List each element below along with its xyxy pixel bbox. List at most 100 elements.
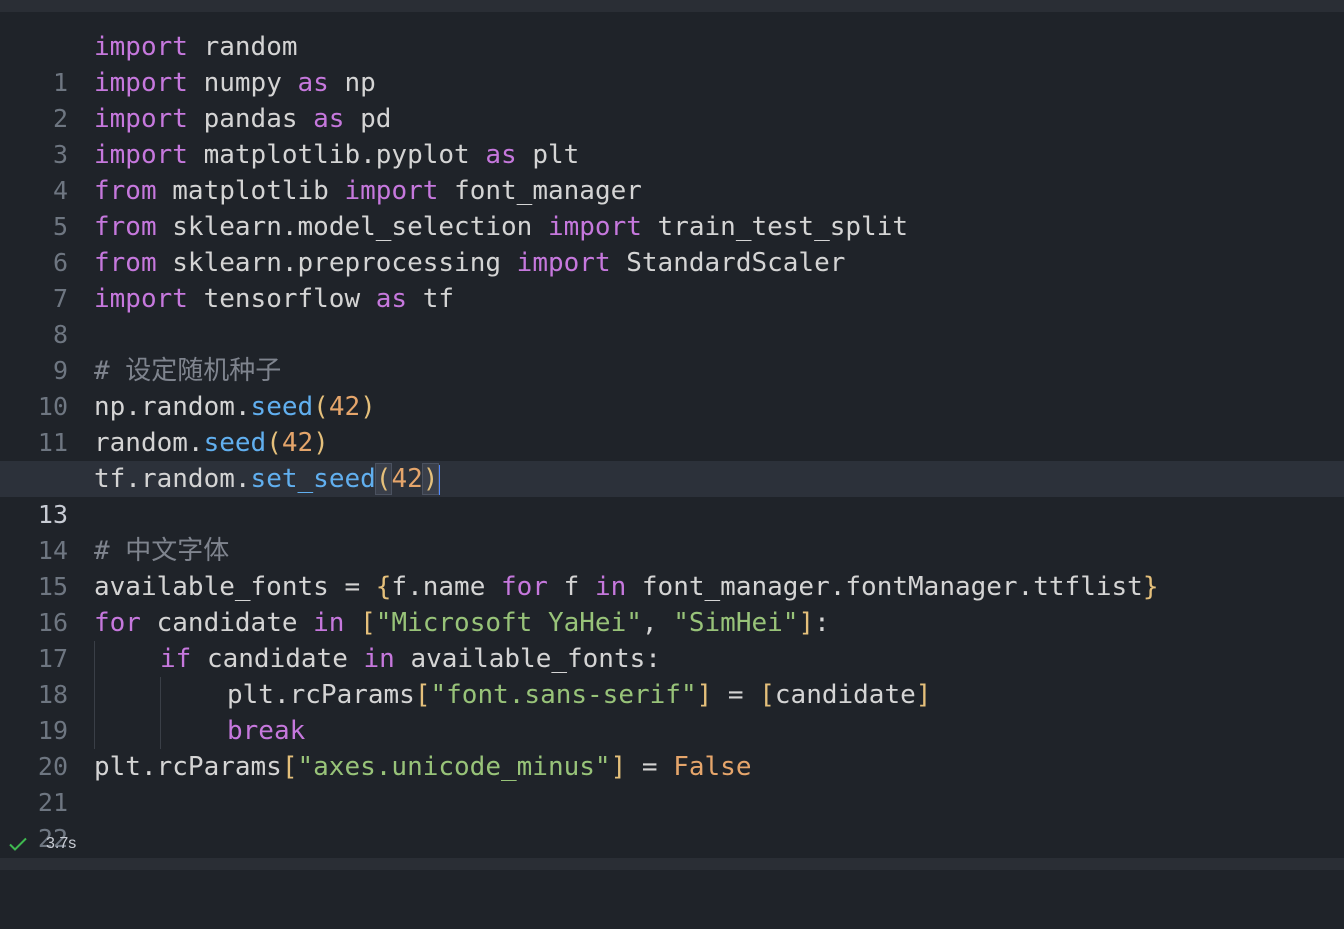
- identifier-token: np.random.: [94, 392, 251, 422]
- code-editor[interactable]: 1 import random 2 import numpy as np 3 i…: [0, 29, 1344, 853]
- code-line[interactable]: 7 from sklearn.preprocessing import Stan…: [0, 245, 1344, 313]
- keyword-token: import: [344, 176, 439, 206]
- code-line[interactable]: 20 break: [0, 713, 1344, 781]
- line-code[interactable]: from sklearn.model_selection import trai…: [94, 209, 908, 245]
- code-line[interactable]: 17 for candidate in ["Microsoft YaHei", …: [0, 605, 1344, 673]
- indent-guide: [94, 641, 95, 677]
- line-code[interactable]: import random: [94, 29, 298, 65]
- comment-token: # 设定随机种子: [94, 356, 282, 386]
- line-code[interactable]: available_fonts = {f.name for f in font_…: [94, 569, 1158, 605]
- line-code[interactable]: for candidate in ["Microsoft YaHei", "Si…: [94, 605, 830, 641]
- keyword-token: import: [516, 248, 611, 278]
- bracket-token: (: [313, 392, 329, 422]
- line-code[interactable]: # 设定随机种子: [94, 353, 281, 389]
- line-code[interactable]: import matplotlib.pyplot as plt: [94, 137, 579, 173]
- bracket-token: ]: [696, 680, 713, 710]
- identifier-token: pandas: [203, 104, 298, 134]
- line-code[interactable]: plt.rcParams["font.sans-serif"] = [candi…: [227, 677, 931, 713]
- function-token: seed: [203, 428, 267, 458]
- line-code[interactable]: from sklearn.preprocessing import Standa…: [94, 245, 845, 281]
- bracket-token: ]: [610, 752, 627, 782]
- execution-time: 3.7s: [46, 835, 77, 852]
- code-line[interactable]: 18 if candidate in available_fonts:: [0, 641, 1344, 709]
- keyword-token: break: [227, 716, 306, 746]
- string-token: "SimHei": [673, 608, 799, 638]
- line-code[interactable]: import tensorflow as tf: [94, 281, 454, 317]
- line-code[interactable]: from matplotlib import font_manager: [94, 173, 642, 209]
- identifier-token: sklearn.model_selection: [172, 212, 533, 242]
- code-line[interactable]: 8 import tensorflow as tf: [0, 281, 1344, 349]
- bracket-token: }: [1142, 572, 1159, 602]
- code-line[interactable]: 21 plt.rcParams["axes.unicode_minus"] = …: [0, 749, 1344, 817]
- identifier-token: np: [344, 68, 376, 98]
- code-line[interactable]: 9: [0, 317, 1344, 385]
- line-code[interactable]: np.random.seed(42): [94, 389, 376, 425]
- code-line-active[interactable]: 13 tf.random.set_seed(42): [0, 461, 1344, 529]
- function-token: seed: [250, 392, 314, 422]
- operator-token: =: [712, 680, 760, 710]
- line-code[interactable]: if candidate in available_fonts:: [160, 641, 661, 677]
- code-line[interactable]: 11 np.random.seed(42): [0, 389, 1344, 457]
- code-line[interactable]: 10 # 设定随机种子: [0, 353, 1344, 421]
- code-line[interactable]: 15 # 中文字体: [0, 533, 1344, 601]
- notebook-code-cell[interactable]: 1 import random 2 import numpy as np 3 i…: [0, 0, 1344, 870]
- line-code[interactable]: # 中文字体: [94, 533, 229, 569]
- identifier-token: font_manager.fontManager.ttflist: [626, 572, 1143, 602]
- keyword-token: as: [375, 284, 408, 314]
- keyword-token: if: [160, 644, 192, 674]
- identifier-token: random.: [94, 428, 204, 458]
- line-code[interactable]: import numpy as np: [94, 65, 376, 101]
- code-line[interactable]: 22: [0, 785, 1344, 853]
- string-token: "axes.unicode_minus": [297, 752, 611, 782]
- line-code[interactable]: tf.random.set_seed(42): [94, 461, 441, 497]
- keyword-token: import: [547, 212, 642, 242]
- identifier-token: available_fonts:: [394, 644, 661, 674]
- identifier-token: available_fonts =: [94, 572, 376, 602]
- code-line[interactable]: 19 plt.rcParams["font.sans-serif"] = [ca…: [0, 677, 1344, 745]
- line-code[interactable]: break: [227, 713, 305, 749]
- punctuation-token: :: [814, 608, 830, 638]
- keyword-token: from: [94, 176, 157, 206]
- number-token: 42: [281, 428, 314, 458]
- code-line[interactable]: 4 import matplotlib.pyplot as plt: [0, 137, 1344, 205]
- keyword-token: in: [594, 572, 627, 602]
- code-line[interactable]: 12 random.seed(42): [0, 425, 1344, 493]
- identifier-token: pd: [360, 104, 392, 134]
- text-cursor: [438, 464, 441, 495]
- identifier-token: matplotlib.pyplot: [203, 140, 470, 170]
- bracket-token: [: [360, 608, 376, 638]
- identifier-token: StandardScaler: [626, 248, 846, 278]
- identifier-token: tf.random.: [94, 464, 251, 494]
- line-code[interactable]: import pandas as pd: [94, 101, 391, 137]
- code-line[interactable]: 6 from sklearn.model_selection import tr…: [0, 209, 1344, 277]
- code-line[interactable]: 5 from matplotlib import font_manager: [0, 173, 1344, 241]
- identifier-token: numpy: [203, 68, 282, 98]
- line-code[interactable]: random.seed(42): [94, 425, 329, 461]
- keyword-token: as: [485, 140, 517, 170]
- code-line[interactable]: 3 import pandas as pd: [0, 101, 1344, 169]
- keyword-token: import: [94, 32, 188, 62]
- bracket-token: {: [375, 572, 392, 602]
- code-line[interactable]: 1 import random: [0, 29, 1344, 97]
- code-line[interactable]: 2 import numpy as np: [0, 65, 1344, 133]
- code-line[interactable]: 14: [0, 497, 1344, 565]
- code-line[interactable]: 16 available_fonts = {f.name for f in fo…: [0, 569, 1344, 637]
- line-code[interactable]: plt.rcParams["axes.unicode_minus"] = Fal…: [94, 749, 751, 785]
- function-token: set_seed: [250, 464, 376, 494]
- cell-execution-status: 3.7s: [0, 830, 1344, 858]
- operator-token: =: [626, 752, 674, 782]
